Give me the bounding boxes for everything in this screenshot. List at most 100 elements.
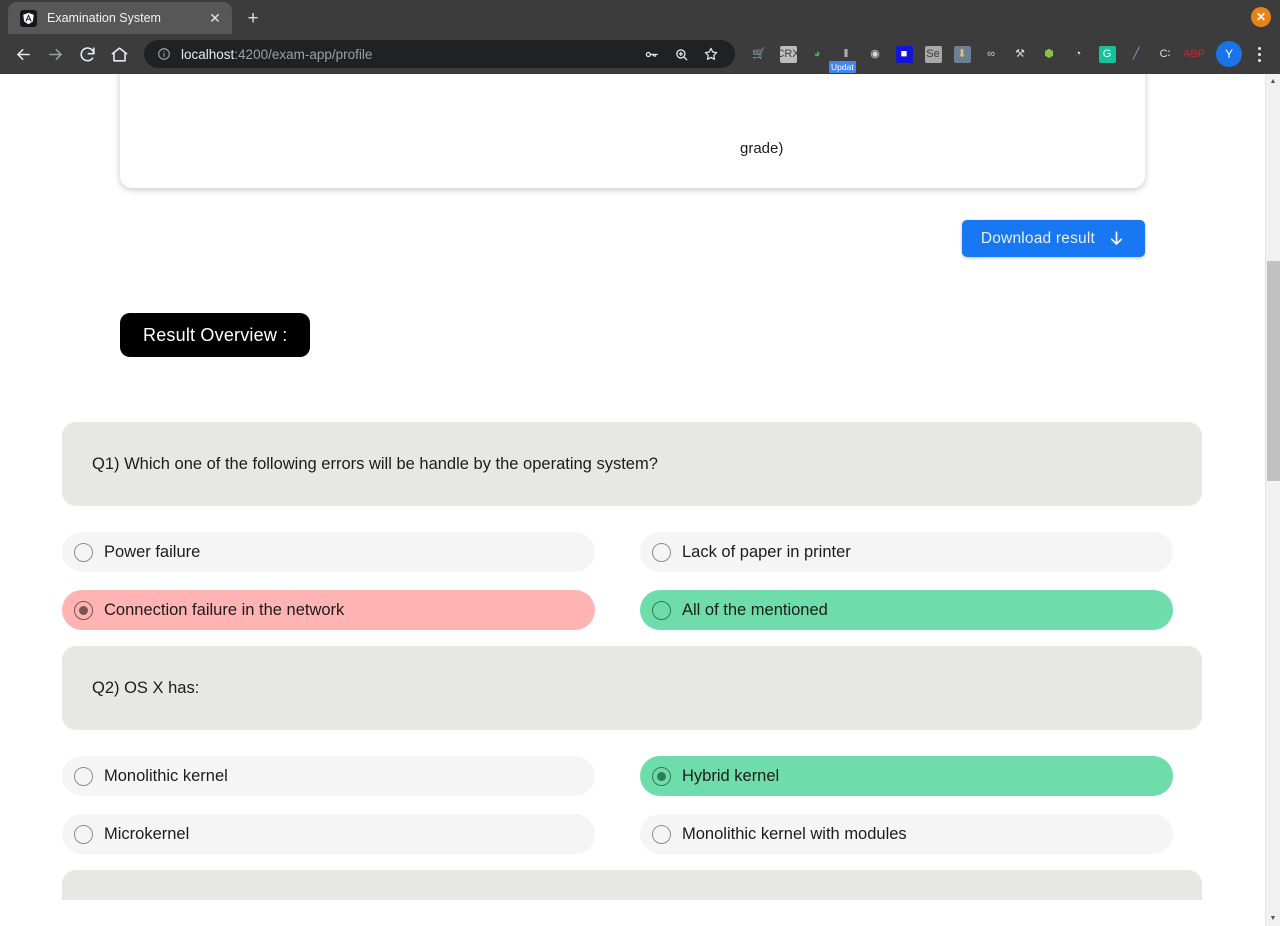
answer-option[interactable]: Monolithic kernel with modules (640, 814, 1173, 854)
download-image-icon[interactable]: ⬇ (948, 40, 976, 68)
answer-option[interactable]: Hybrid kernel (640, 756, 1173, 796)
clickup-icon[interactable]: C∶ (1151, 40, 1179, 68)
answer-option[interactable]: All of the mentioned (640, 590, 1173, 630)
download-result-label: Download result (980, 229, 1095, 247)
profile-avatar[interactable]: Y (1216, 41, 1242, 67)
password-key-icon[interactable] (639, 42, 663, 66)
answer-option-label: All of the mentioned (682, 600, 828, 619)
answer-option-label: Connection failure in the network (104, 600, 345, 619)
address-bar[interactable]: localhost:4200/exam-app/profile (144, 40, 735, 68)
highlighter-pen-icon[interactable]: ╱ (1122, 40, 1150, 68)
radio-button-icon[interactable] (652, 600, 671, 620)
answer-option-label: Hybrid kernel (682, 766, 780, 785)
back-button[interactable] (8, 39, 38, 69)
spectacles-icon[interactable]: ∞ (977, 40, 1005, 68)
blue-square-icon-glyph: ■ (895, 45, 913, 63)
shopping-cart-icon-glyph: 🛒 (752, 47, 766, 60)
browser-tab[interactable]: Examination System ✕ (8, 2, 232, 34)
scrollbar-thumb[interactable] (1267, 261, 1280, 481)
adblock-icon-glyph: ABP (1182, 47, 1205, 60)
crx-extension-icon[interactable]: CRX (774, 40, 802, 68)
wrench-tool-icon[interactable]: ⚒ (1006, 40, 1034, 68)
dictionary-book-icon-glyph: ‖ (843, 47, 849, 60)
scroll-down-arrow-icon[interactable]: ▼ (1266, 911, 1280, 926)
radio-button-icon[interactable] (74, 766, 93, 786)
question-text (62, 870, 1202, 900)
window-close-button[interactable]: ✕ (1251, 7, 1271, 27)
reload-button[interactable] (72, 39, 102, 69)
new-tab-button[interactable]: + (238, 3, 268, 33)
url-host: localhost (181, 46, 235, 62)
download-image-icon-glyph: ⬇ (953, 45, 971, 63)
color-picker-icon-glyph: ◕ (813, 47, 821, 60)
option-grid: Monolithic kernel Hybrid kernel Microkerne… (62, 756, 1202, 854)
wrench-tool-icon-glyph: ⚒ (1015, 47, 1025, 60)
answer-option-label: Microkernel (104, 824, 190, 843)
question-text: Q1) Which one of the following errors wi… (62, 422, 1202, 506)
site-info-icon[interactable] (156, 47, 171, 62)
radio-dot-icon (657, 830, 666, 839)
clock-icon-glyph: ◔ (1074, 47, 1082, 60)
browser-toolbar: localhost:4200/exam-app/profile 🛒 CRX ◕ ‖ Up… (0, 34, 1280, 74)
answer-option-label: Monolithic kernel (104, 766, 228, 785)
download-row: Download result (0, 220, 1265, 257)
radio-dot-icon (657, 606, 666, 615)
home-button[interactable] (104, 39, 134, 69)
shopping-cart-icon[interactable]: 🛒 (745, 40, 773, 68)
radio-button-icon[interactable] (74, 600, 93, 620)
radio-button-icon[interactable] (74, 824, 93, 844)
answer-option[interactable]: Monolithic kernel (62, 756, 595, 796)
blue-square-icon[interactable]: ■ (890, 40, 918, 68)
browser-window: Examination System ✕ + ✕ localhost:4200/… (0, 0, 1280, 926)
crx-extension-icon-glyph: CRX (776, 45, 800, 63)
question-block: Q2) OS X has: Monolithic kernel Hybrid ker… (62, 646, 1202, 854)
answer-option[interactable]: Lack of paper in printer (640, 532, 1173, 572)
answer-option[interactable]: Power failure (62, 532, 595, 572)
download-result-button[interactable]: Download result (961, 220, 1145, 257)
result-overview-badge: Result Overview : (120, 313, 311, 357)
extension-badge: Updat (829, 61, 856, 73)
clock-icon[interactable]: ◔ (1064, 40, 1092, 68)
selenium-icon-glyph: Se (924, 45, 942, 63)
color-picker-icon[interactable]: ◕ (803, 40, 831, 68)
dictionary-book-icon[interactable]: ‖ Updat (829, 40, 860, 73)
radio-button-icon[interactable] (74, 542, 93, 562)
question-block: Q1) Which one of the following errors wi… (62, 422, 1202, 630)
browser-menu-button[interactable] (1246, 40, 1272, 68)
answer-option-label: Lack of paper in printer (682, 542, 851, 561)
answer-option-label: Monolithic kernel with modules (682, 824, 907, 843)
scroll-up-arrow-icon[interactable]: ▲ (1266, 74, 1280, 89)
zoom-icon[interactable] (669, 42, 693, 66)
highlighter-pen-icon-glyph: ╱ (1132, 47, 1140, 60)
bookmark-star-icon[interactable] (699, 42, 723, 66)
camera-shutter-icon-glyph: ◉ (870, 47, 880, 60)
option-grid: Power failure Lack of paper in printer Con… (62, 532, 1202, 630)
adblock-icon[interactable]: ABP (1180, 40, 1208, 68)
tab-strip: Examination System ✕ + ✕ (0, 0, 1280, 34)
tab-close-icon[interactable]: ✕ (206, 9, 224, 27)
grammarly-icon[interactable]: G (1093, 40, 1121, 68)
radio-dot-icon (79, 772, 88, 781)
radio-dot-icon (79, 605, 88, 615)
question-text: Q2) OS X has: (62, 646, 1202, 730)
result-summary-text: grade) (740, 140, 784, 157)
exam-result-page: grade) Download result Result Overview :… (0, 74, 1265, 926)
forward-button[interactable] (40, 39, 70, 69)
tab-title: Examination System (47, 11, 161, 25)
answer-option[interactable]: Connection failure in the network (62, 590, 595, 630)
question-block-partial (62, 870, 1202, 900)
json-viewer-icon-glyph: ⬢ (1044, 47, 1054, 60)
radio-button-icon[interactable] (652, 542, 671, 562)
answer-option[interactable]: Microkernel (62, 814, 595, 854)
radio-dot-icon (657, 548, 666, 557)
result-summary-card: grade) (120, 74, 1145, 188)
radio-button-icon[interactable] (652, 766, 671, 786)
page-viewport: grade) Download result Result Overview :… (0, 74, 1280, 926)
radio-button-icon[interactable] (652, 824, 671, 844)
spectacles-icon-glyph: ∞ (987, 47, 995, 60)
camera-shutter-icon[interactable]: ◉ (861, 40, 889, 68)
json-viewer-icon[interactable]: ⬢ (1035, 40, 1063, 68)
page-scrollbar[interactable]: ▲ ▼ (1265, 74, 1280, 926)
selenium-icon[interactable]: Se (919, 40, 947, 68)
grammarly-icon-glyph: G (1098, 45, 1116, 63)
